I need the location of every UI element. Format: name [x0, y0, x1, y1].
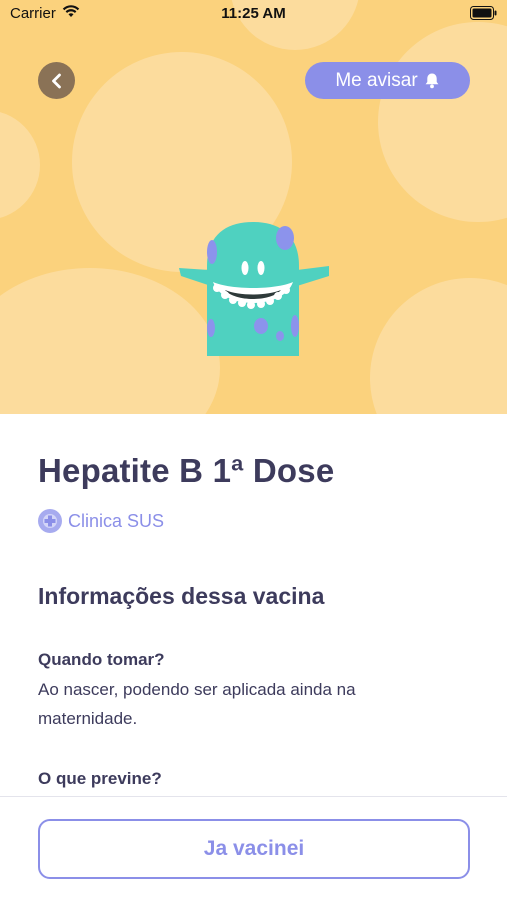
back-button[interactable]: [38, 62, 75, 99]
mascot-illustration: [179, 222, 329, 356]
battery-icon: [470, 6, 497, 24]
bell-icon: [425, 73, 439, 89]
clinic-icon: [38, 509, 62, 533]
clinic-name: Clinica SUS: [68, 510, 165, 531]
footer-bar: Ja vacinei: [0, 796, 507, 901]
hero-banner: Carrier 11:25 AM Me avisar: [0, 0, 507, 414]
section-title: Informações dessa vacina: [38, 583, 325, 609]
chevron-left-icon: [51, 73, 61, 88]
prevents-label: O que previne?: [38, 769, 162, 788]
when-to-take-label: Quando tomar?: [38, 650, 165, 669]
background-blob: [370, 278, 507, 414]
background-blob: [378, 22, 507, 222]
background-blob: [0, 110, 40, 220]
notify-label: Me avisar: [335, 69, 418, 91]
when-to-take-answer: Ao nascer, podendo ser aplicada ainda na…: [38, 680, 356, 728]
status-bar: Carrier 11:25 AM: [0, 0, 507, 28]
clinic-row: Clinica SUS: [38, 509, 164, 533]
clock: 11:25 AM: [221, 5, 286, 22]
vaccine-title: Hepatite B 1ª Dose: [38, 452, 335, 489]
notify-me-button[interactable]: Me avisar: [305, 62, 470, 99]
already-vaccinated-button[interactable]: Ja vacinei: [38, 819, 470, 879]
